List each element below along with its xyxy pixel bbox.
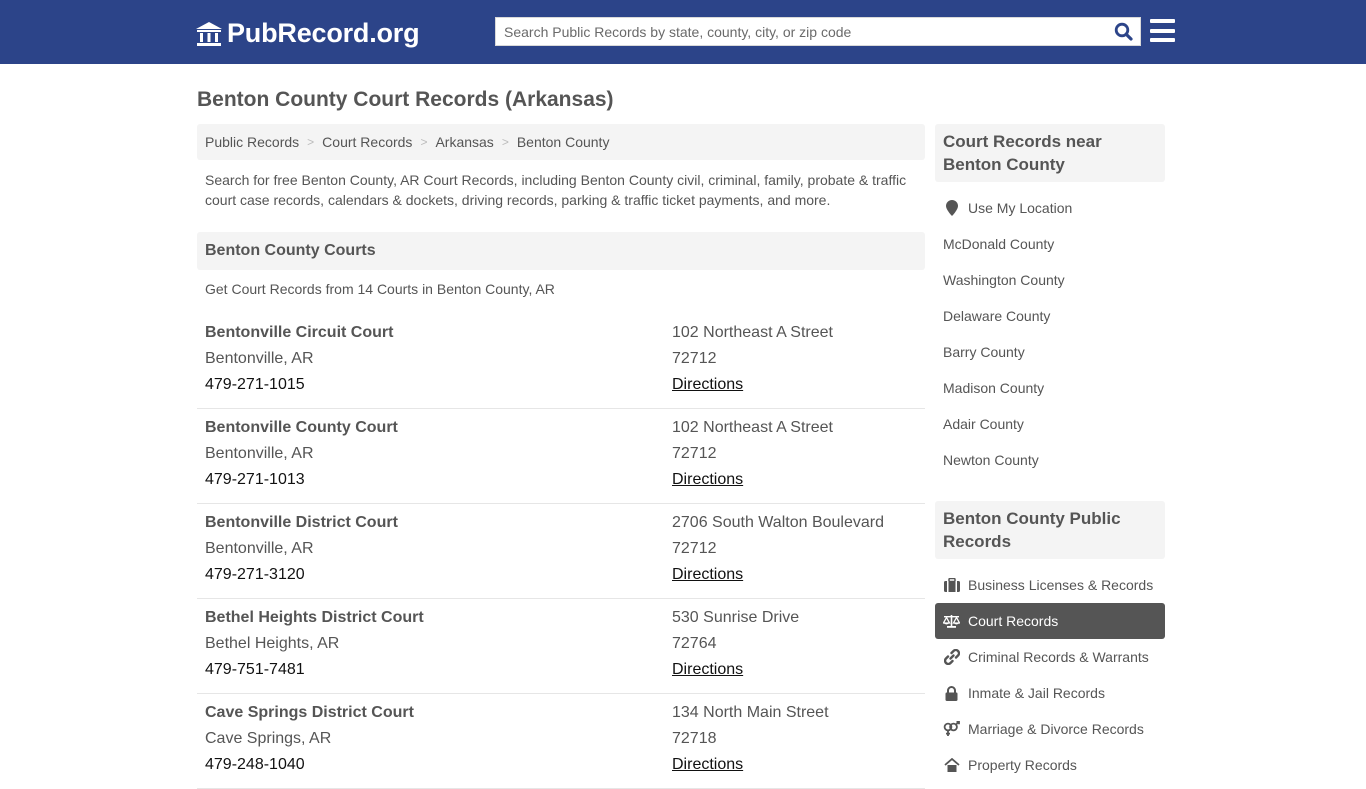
- court-city: Bentonville, AR: [205, 540, 314, 557]
- search-input[interactable]: [496, 18, 1106, 45]
- sidebar-item-business-licenses[interactable]: Business Licenses & Records: [935, 567, 1165, 603]
- bank-building-icon: [196, 21, 222, 46]
- sidebar-item-label: Marriage & Divorce Records: [968, 721, 1144, 737]
- map-marker-icon: [943, 200, 960, 216]
- menu-bar-icon: [1150, 38, 1175, 42]
- sidebar-nearby-title: Court Records near Benton County: [935, 124, 1165, 182]
- sidebar-item-criminal-records[interactable]: Criminal Records & Warrants: [935, 639, 1165, 675]
- sidebar-item-court-records[interactable]: Court Records: [935, 603, 1165, 639]
- directions-link[interactable]: Directions: [672, 471, 743, 488]
- nearby-county-link[interactable]: Newton County: [935, 442, 1165, 478]
- sidebar-item-inmate-records[interactable]: Inmate & Jail Records: [935, 675, 1165, 711]
- court-list-item: Bentonville Circuit Court Bentonville, A…: [197, 314, 925, 409]
- court-city: Bethel Heights, AR: [205, 635, 340, 652]
- court-zip: 72764: [672, 635, 717, 652]
- nearby-county-link[interactable]: McDonald County: [935, 226, 1165, 262]
- court-city: Bentonville, AR: [205, 445, 314, 462]
- breadcrumb-benton-county[interactable]: Benton County: [517, 134, 610, 150]
- page-title: Benton County Court Records (Arkansas): [197, 88, 614, 111]
- court-address: 134 North Main Street: [672, 704, 829, 721]
- court-list: Bentonville Circuit Court Bentonville, A…: [197, 314, 925, 789]
- nearby-county-link[interactable]: Barry County: [935, 334, 1165, 370]
- search-button[interactable]: [1106, 18, 1140, 45]
- directions-link[interactable]: Directions: [672, 661, 743, 678]
- venus-mars-icon: [943, 721, 960, 737]
- balance-scale-icon: [943, 613, 960, 629]
- sidebar-item-label: Inmate & Jail Records: [968, 685, 1105, 701]
- nearby-county-link[interactable]: Madison County: [935, 370, 1165, 406]
- court-address: 102 Northeast A Street: [672, 324, 833, 341]
- sidebar-item-label: Business Licenses & Records: [968, 577, 1154, 593]
- breadcrumb-separator: >: [307, 135, 315, 149]
- sidebar-item-label: Property Records: [968, 757, 1077, 773]
- court-address: 2706 South Walton Boulevard: [672, 514, 884, 531]
- hamburger-menu-button[interactable]: [1150, 19, 1175, 42]
- site-logo-link[interactable]: PubRecord.org: [195, 18, 420, 49]
- court-phone[interactable]: 479-271-1015: [205, 372, 393, 398]
- search-icon: [1114, 22, 1133, 41]
- menu-bar-icon: [1150, 19, 1175, 23]
- nearby-county-link[interactable]: Delaware County: [935, 298, 1165, 334]
- court-list-item: Bentonville District Court Bentonville, …: [197, 504, 925, 599]
- menu-bar-icon: [1150, 28, 1175, 33]
- directions-link[interactable]: Directions: [672, 756, 743, 773]
- court-city: Bentonville, AR: [205, 350, 314, 367]
- sidebar-item-marriage-records[interactable]: Marriage & Divorce Records: [935, 711, 1165, 747]
- breadcrumb: Public Records > Court Records > Arkansa…: [197, 124, 925, 160]
- courts-section-subtitle: Get Court Records from 14 Courts in Bent…: [205, 281, 555, 297]
- use-my-location-label: Use My Location: [968, 200, 1073, 216]
- directions-link[interactable]: Directions: [672, 566, 743, 583]
- court-address: 102 Northeast A Street: [672, 419, 833, 436]
- court-name: Bentonville Circuit Court: [205, 324, 394, 341]
- directions-link[interactable]: Directions: [672, 376, 743, 393]
- court-zip: 72712: [672, 445, 717, 462]
- home-icon: [943, 757, 960, 773]
- court-zip: 72712: [672, 350, 717, 367]
- court-list-item: Bentonville County Court Bentonville, AR…: [197, 409, 925, 504]
- court-address: 530 Sunrise Drive: [672, 609, 800, 626]
- court-phone[interactable]: 479-248-1040: [205, 752, 414, 778]
- court-name: Bentonville District Court: [205, 514, 398, 531]
- court-list-item: Cave Springs District Court Cave Springs…: [197, 694, 925, 789]
- nearby-county-list: Use My Location McDonald County Washingt…: [935, 190, 1165, 478]
- lock-icon: [943, 685, 960, 701]
- sidebar-nearby: Court Records near Benton County Use My …: [935, 124, 1165, 478]
- nearby-county-link[interactable]: Washington County: [935, 262, 1165, 298]
- breadcrumb-court-records[interactable]: Court Records: [322, 134, 412, 150]
- court-phone[interactable]: 479-271-3120: [205, 562, 398, 588]
- breadcrumb-separator: >: [420, 135, 428, 149]
- briefcase-icon: [943, 577, 960, 593]
- court-phone[interactable]: 479-271-1013: [205, 467, 398, 493]
- court-list-item: Bethel Heights District Court Bethel Hei…: [197, 599, 925, 694]
- court-zip: 72712: [672, 540, 717, 557]
- breadcrumb-public-records[interactable]: Public Records: [205, 134, 299, 150]
- sidebar-public-records-title: Benton County Public Records: [935, 501, 1165, 559]
- court-name: Bethel Heights District Court: [205, 609, 424, 626]
- court-city: Cave Springs, AR: [205, 730, 332, 747]
- court-zip: 72718: [672, 730, 717, 747]
- intro-text: Search for free Benton County, AR Court …: [205, 172, 907, 208]
- use-my-location-link[interactable]: Use My Location: [935, 190, 1165, 226]
- breadcrumb-separator: >: [501, 135, 509, 149]
- search-bar: [495, 17, 1141, 46]
- court-name: Bentonville County Court: [205, 419, 398, 436]
- link-icon: [943, 649, 960, 665]
- sidebar-item-property-records[interactable]: Property Records: [935, 747, 1165, 783]
- courts-section-title: Benton County Courts: [197, 232, 925, 270]
- site-header: PubRecord.org: [0, 0, 1366, 64]
- sidebar-item-label: Court Records: [968, 613, 1059, 629]
- court-phone[interactable]: 479-751-7481: [205, 657, 424, 683]
- court-name: Cave Springs District Court: [205, 704, 414, 721]
- nearby-county-link[interactable]: Adair County: [935, 406, 1165, 442]
- sidebar-public-records: Benton County Public Records Business Li…: [935, 501, 1165, 783]
- breadcrumb-arkansas[interactable]: Arkansas: [435, 134, 493, 150]
- logo-text: PubRecord.org: [227, 18, 420, 48]
- public-records-list: Business Licenses & Records Court Record…: [935, 567, 1165, 783]
- sidebar-item-label: Criminal Records & Warrants: [968, 649, 1149, 665]
